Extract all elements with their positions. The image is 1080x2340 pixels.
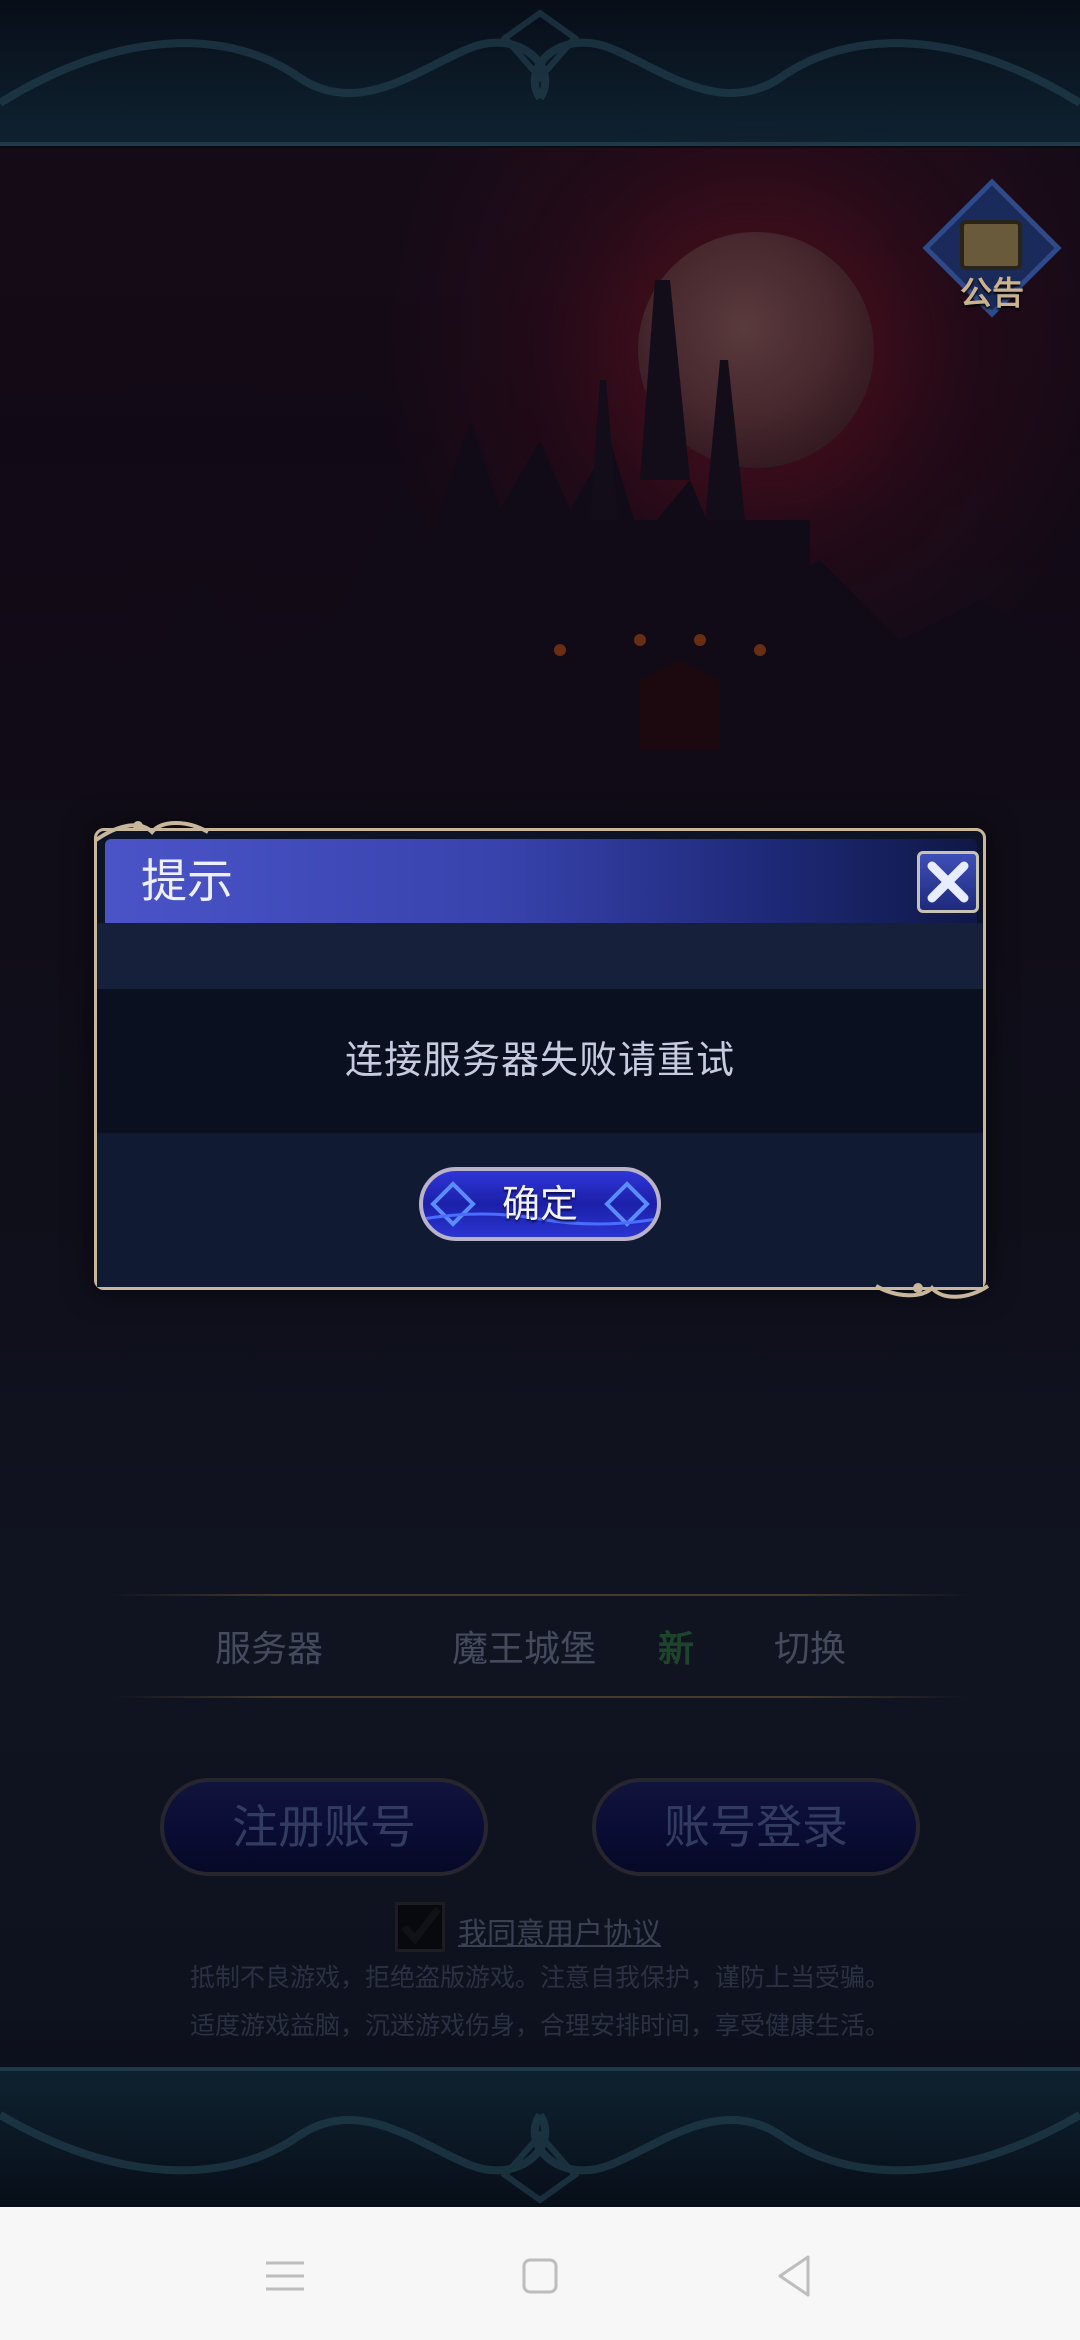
confirm-label: 确定 [501,1182,578,1226]
back-icon[interactable] [770,2251,820,2301]
dialog-flourish-top [94,821,209,842]
dialog-flourish-bottom [875,1283,990,1299]
alert-dialog: 提示 连接服务器失败请重试 确定 [94,828,986,1290]
system-nav-bar [0,2207,1080,2340]
close-button[interactable] [917,851,979,913]
scroll-icon [960,220,1022,270]
menu-icon[interactable] [260,2251,310,2301]
announcement-label: 公告 [959,274,1024,312]
dialog-title: 提示 [141,854,233,908]
close-icon [927,861,969,903]
dialog-band-top [97,923,983,989]
confirm-button[interactable]: 确定 [419,1167,661,1241]
dialog-header: 提示 [105,839,979,923]
home-icon[interactable] [515,2251,565,2301]
dialog-message: 连接服务器失败请重试 [344,1038,735,1082]
